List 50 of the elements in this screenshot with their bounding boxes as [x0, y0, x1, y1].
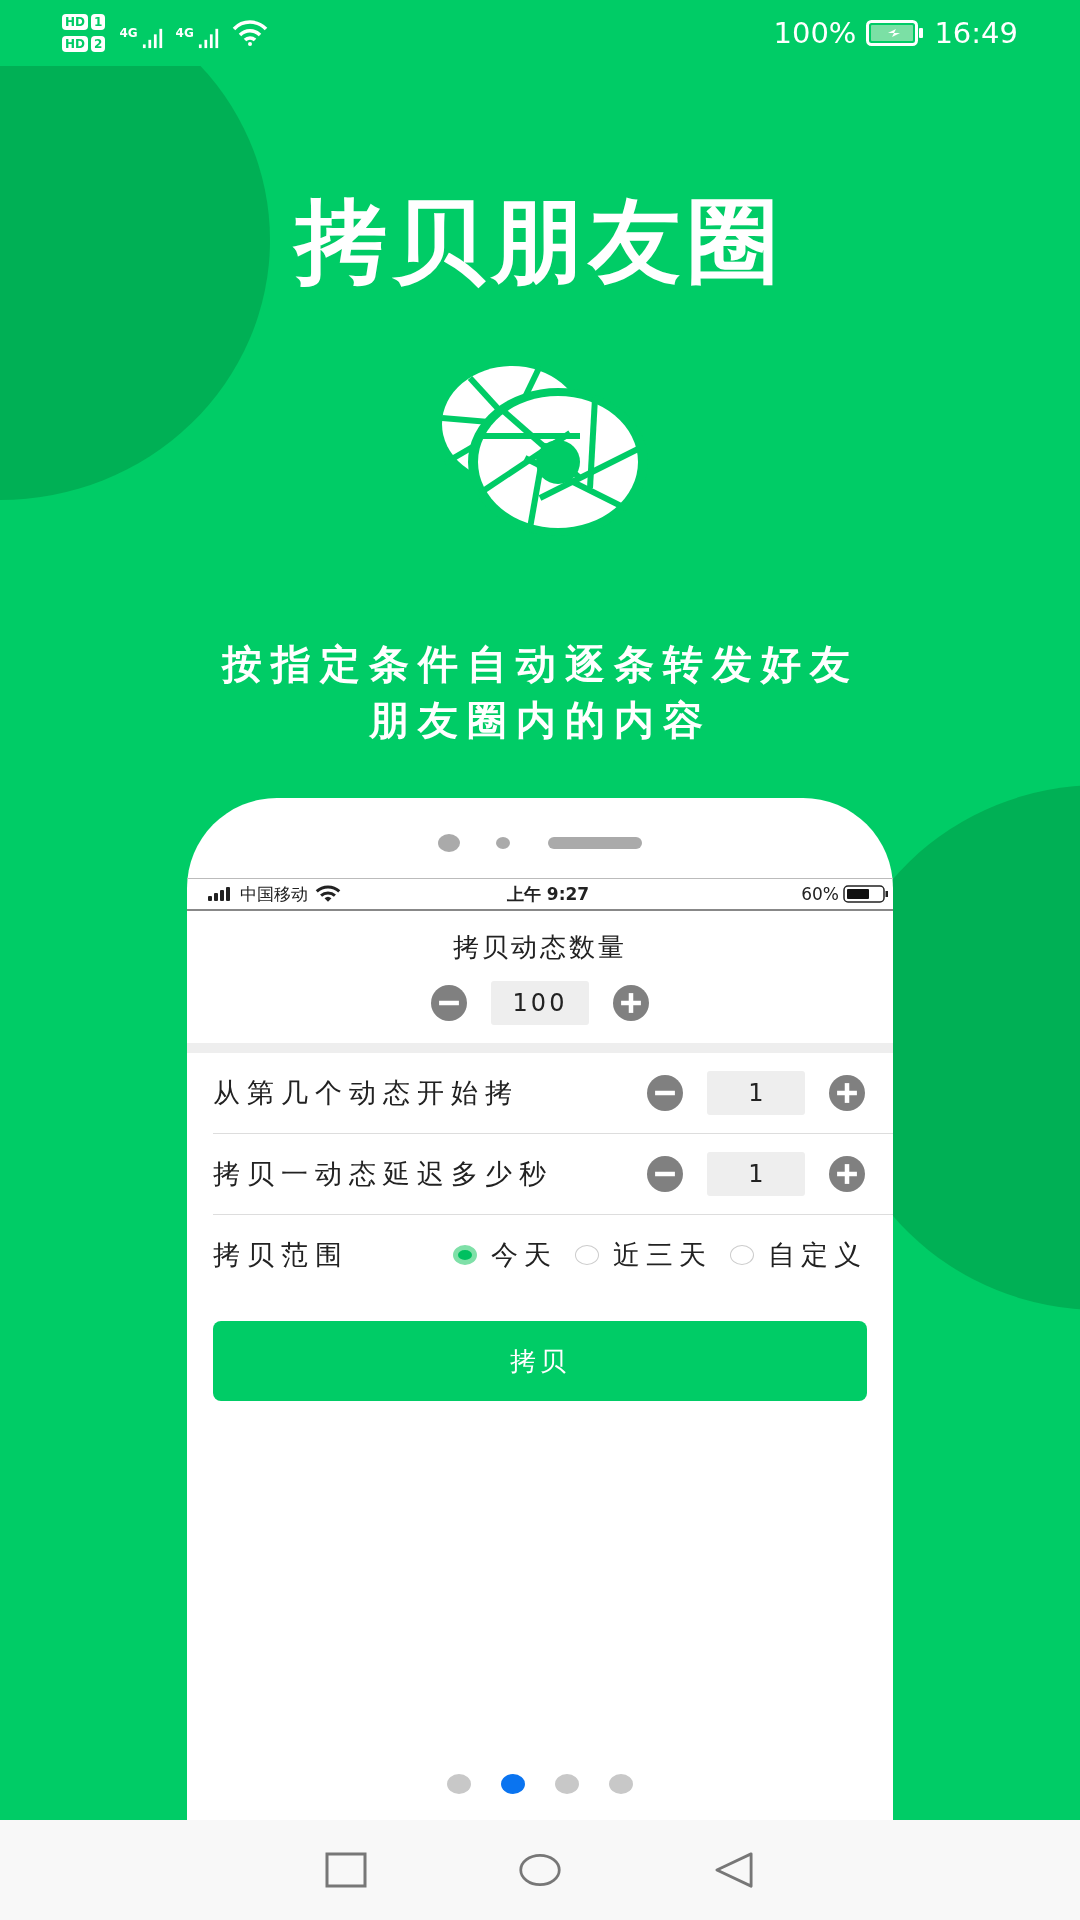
setting-label: 从第几个动态开始拷	[213, 1076, 519, 1110]
setting-label: 拷贝一动态延迟多少秒	[213, 1157, 553, 1191]
count-input[interactable]: 100	[491, 980, 589, 1025]
count-label: 拷贝动态数量	[453, 930, 627, 964]
hd-badge: HD	[62, 14, 88, 30]
back-icon[interactable]	[712, 1851, 756, 1889]
wifi-icon	[315, 885, 341, 903]
page-indicator-dot[interactable]	[447, 1774, 471, 1794]
phone-clock: 上午 9:27	[506, 882, 590, 906]
signal-icon	[141, 26, 164, 50]
carrier-name: 中国移动	[240, 882, 308, 906]
sim-slot-badge: 2	[91, 36, 106, 52]
subtitle-line: 按指定条件自动逐条转发好友	[221, 640, 859, 689]
setting-label: 拷贝范围	[213, 1238, 349, 1272]
wifi-icon	[231, 20, 268, 46]
battery-percent: 60%	[801, 884, 839, 904]
plus-button[interactable]	[827, 1075, 867, 1111]
hd-badge: HD	[62, 36, 88, 52]
battery-percent: 100%	[773, 16, 857, 50]
radio-button[interactable]	[730, 1245, 754, 1265]
plus-button[interactable]	[827, 1156, 867, 1192]
network-type: 4G	[119, 26, 138, 40]
app-title: 拷贝朋友圈	[295, 196, 785, 288]
page-indicator-dot[interactable]	[501, 1774, 525, 1794]
minus-button[interactable]	[429, 984, 469, 1021]
minus-button[interactable]	[645, 1156, 685, 1192]
minus-button[interactable]	[645, 1075, 685, 1111]
plus-button[interactable]	[611, 984, 651, 1021]
number-input[interactable]: 1	[707, 1152, 805, 1196]
radio-label[interactable]: 近三天	[613, 1237, 712, 1273]
sensor-dot-icon	[496, 837, 510, 849]
speaker-slot-icon	[548, 837, 642, 849]
battery-icon	[843, 885, 889, 903]
sim-slot-badge: 1	[91, 14, 106, 30]
radio-label[interactable]: 自定义	[768, 1237, 867, 1273]
signal-icon	[207, 887, 233, 901]
camera-dot-icon	[438, 834, 460, 852]
signal-icon	[197, 26, 220, 50]
page-indicator-dot[interactable]	[555, 1774, 579, 1794]
number-input[interactable]: 1	[707, 1071, 805, 1115]
radio-label[interactable]: 今天	[491, 1237, 557, 1273]
radio-button[interactable]	[575, 1245, 599, 1265]
home-icon[interactable]	[518, 1851, 562, 1889]
radio-button[interactable]	[453, 1245, 477, 1265]
clock: 16:49	[934, 16, 1018, 50]
square-icon[interactable]	[324, 1851, 368, 1889]
network-type: 4G	[175, 26, 194, 40]
page-indicator-dot[interactable]	[609, 1774, 633, 1794]
battery-charging-icon	[866, 20, 925, 46]
subtitle-line: 朋友圈内的内容	[367, 696, 713, 745]
